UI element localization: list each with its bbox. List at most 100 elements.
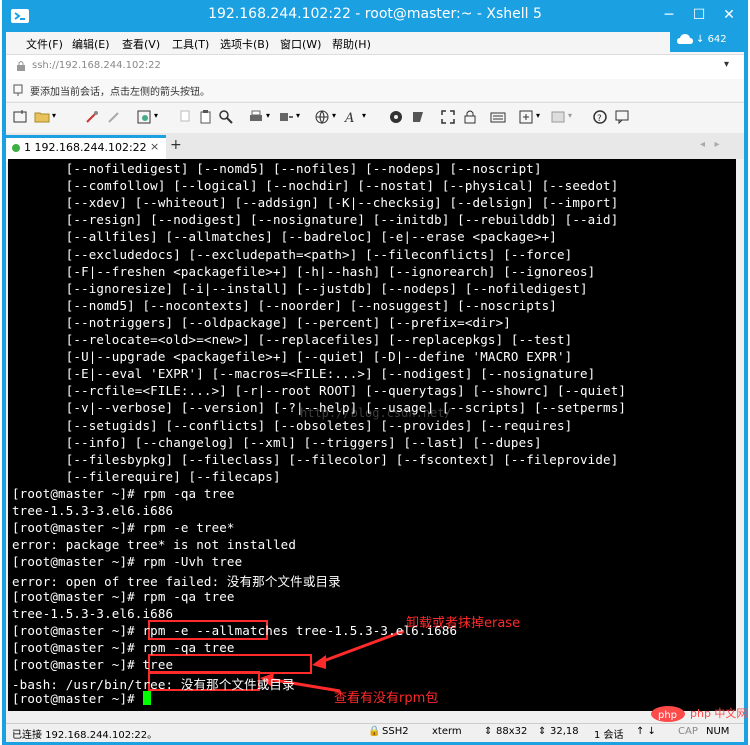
font-dropdown-icon[interactable]: ▾ bbox=[362, 111, 366, 120]
status-cursor-pos: 32,18 bbox=[550, 726, 579, 737]
terminal-line: [--nomd5] [--nocontexts] [--noorder] [--… bbox=[12, 297, 557, 313]
status-lock-icon: 🔒 bbox=[368, 726, 381, 737]
php-logo-text: php 中文网 bbox=[690, 707, 748, 720]
menu-view[interactable]: 查看(V) bbox=[122, 36, 160, 52]
find-icon[interactable] bbox=[218, 109, 234, 125]
lock-icon bbox=[17, 61, 25, 71]
menu-file[interactable]: 文件(F) bbox=[26, 36, 63, 52]
tab-session-1[interactable]: 1 192.168.244.102:22 × bbox=[6, 135, 166, 162]
menu-tabs[interactable]: 选项卡(B) bbox=[220, 36, 269, 52]
status-cursor-icon: ⇕ bbox=[538, 726, 547, 737]
address-dropdown-icon[interactable]: ▾ bbox=[724, 59, 729, 70]
transfer-icon[interactable] bbox=[278, 109, 294, 125]
terminal-line: error: package tree* is not installed bbox=[12, 537, 296, 553]
chat-icon[interactable] bbox=[614, 109, 630, 125]
compose-icon[interactable] bbox=[518, 109, 534, 125]
menu-bar: 文件(F) 编辑(E) 查看(V) 工具(T) 选项卡(B) 窗口(W) 帮助(… bbox=[6, 28, 746, 69]
tab-close-icon[interactable]: × bbox=[150, 140, 159, 153]
terminal-line: [root@master ~]# rpm -Uvh tree bbox=[12, 554, 243, 570]
properties-dropdown-icon[interactable]: ▾ bbox=[154, 111, 158, 120]
session-hint-bar: 要添加当前会话，点击左侧的箭头按钮。 bbox=[6, 79, 744, 101]
terminal-line: [--rcfile=<FILE:...>] [-r|--root ROOT] [… bbox=[12, 383, 627, 399]
status-connected: 已连接 192.168.244.102:22。 bbox=[12, 730, 158, 741]
globe-dropdown-icon[interactable]: ▾ bbox=[332, 111, 336, 120]
transfer-dropdown-icon[interactable]: ▾ bbox=[296, 111, 300, 120]
minimize-button[interactable]: ─ bbox=[658, 4, 680, 26]
terminal-cursor bbox=[142, 691, 151, 706]
address-bar[interactable]: ssh://192.168.244.102:22 ▾ bbox=[6, 54, 744, 80]
tab-bar: 1 192.168.244.102:22 × + ◂ ▸ bbox=[6, 133, 744, 162]
terminal-line: [--setugids] [--conflicts] [--obsoletes]… bbox=[12, 417, 573, 433]
keyboard-icon[interactable] bbox=[490, 109, 506, 125]
new-tab-button[interactable]: + bbox=[170, 137, 182, 153]
terminal-line: [root@master ~]# rpm -qa tree bbox=[12, 588, 235, 604]
layout-icon[interactable] bbox=[550, 109, 566, 125]
layout-dropdown-icon[interactable]: ▾ bbox=[568, 111, 572, 120]
session-hint-text: 要添加当前会话，点击左侧的箭头按钮。 bbox=[30, 87, 210, 98]
new-session-icon[interactable] bbox=[12, 109, 28, 125]
terminal-line: [--notriggers] [--oldpackage] [--percent… bbox=[12, 314, 511, 330]
menu-tools[interactable]: 工具(T) bbox=[172, 36, 209, 52]
terminal-line: [-F|--freshen <packagefile>+] [-h|--hash… bbox=[12, 263, 596, 279]
globe-icon[interactable] bbox=[314, 109, 330, 125]
status-size: 88x32 bbox=[496, 726, 528, 737]
terminal-line: [--excludedocs] [--excludepath=<path>] [… bbox=[12, 246, 573, 262]
status-protocol: SSH2 bbox=[382, 726, 409, 737]
copy-icon[interactable] bbox=[178, 109, 194, 125]
help-icon[interactable]: ? bbox=[592, 109, 608, 125]
font-icon[interactable]: A bbox=[344, 109, 360, 125]
cloud-icon bbox=[677, 34, 693, 44]
php-watermark-logo: php php 中文网 bbox=[650, 704, 748, 724]
address-text[interactable]: ssh://192.168.244.102:22 bbox=[32, 60, 161, 71]
terminal-line: [--nofiledigest] [--nomd5] [--nofiles] [… bbox=[12, 161, 542, 176]
terminal-line: [root@master ~]# rpm -e tree* bbox=[12, 520, 235, 536]
terminal-line: [--info] [--changelog] [--xml] [--trigge… bbox=[12, 434, 542, 450]
status-size-icon: ⇕ bbox=[484, 726, 493, 737]
menu-window[interactable]: 窗口(W) bbox=[280, 36, 321, 52]
title-bar[interactable]: 192.168.244.102:22 - root@master:~ - Xsh… bbox=[2, 0, 748, 32]
print-dropdown-icon[interactable]: ▾ bbox=[266, 111, 270, 120]
php-logo-icon: php bbox=[651, 706, 685, 722]
reconnect-icon[interactable] bbox=[84, 109, 100, 125]
terminal-line: [--allfiles] [--allmatches] [--badreloc]… bbox=[12, 229, 557, 245]
terminal-line: [root@master ~]# tree bbox=[12, 656, 174, 672]
menu-edit[interactable]: 编辑(E) bbox=[72, 36, 110, 52]
terminal-line: [root@master ~]# rpm -qa tree bbox=[12, 485, 235, 501]
menu-help[interactable]: 帮助(H) bbox=[332, 36, 371, 52]
terminal-line: [--filerequire] [--filecaps] bbox=[12, 468, 281, 484]
script-icon[interactable] bbox=[410, 109, 426, 125]
annotation-check-note: 查看有没有rpm包 bbox=[334, 691, 439, 706]
terminal-line: [root@master ~]# rpm -qa tree bbox=[12, 639, 235, 655]
terminal-line: [--ignoresize] [-i|--install] [--justdb]… bbox=[12, 280, 588, 296]
fullscreen-icon[interactable] bbox=[440, 109, 456, 125]
compose-dropdown-icon[interactable]: ▾ bbox=[536, 111, 540, 120]
pushpin-icon[interactable] bbox=[12, 83, 26, 97]
toolbar: ▾ ▾ ▾ ▾ ▾ A ▾ ▾ ▾ ? bbox=[6, 102, 744, 134]
open-dropdown-icon[interactable]: ▾ bbox=[52, 111, 56, 120]
tab-scroll-arrows[interactable]: ◂ ▸ bbox=[700, 139, 720, 150]
paste-icon[interactable] bbox=[198, 109, 214, 125]
close-button[interactable]: ✕ bbox=[718, 4, 740, 26]
terminal-line: [--filesbypkg] [--fileclass] [--filecolo… bbox=[12, 451, 619, 467]
xftp-icon[interactable] bbox=[388, 109, 404, 125]
properties-icon[interactable] bbox=[136, 109, 152, 125]
terminal-line: [--comfollow] [--logical] [--nochdir] [-… bbox=[12, 178, 619, 194]
terminal-line: [--xdev] [--whiteout] [--addsign] [-K|--… bbox=[12, 195, 619, 211]
maximize-button[interactable]: ☐ bbox=[688, 4, 710, 26]
lock-session-icon[interactable] bbox=[462, 109, 478, 125]
svg-text:php: php bbox=[658, 710, 677, 721]
terminal-output[interactable]: http://blog.csdn.net/ 卸载或者抹掉erase 查看有没有r… bbox=[8, 159, 736, 711]
open-folder-icon[interactable] bbox=[34, 109, 50, 125]
svg-text:A: A bbox=[344, 111, 354, 125]
status-caps: CAP bbox=[678, 726, 698, 737]
disconnect-icon[interactable] bbox=[106, 109, 122, 125]
terminal-line: [--relocate=<old>=<new>] [--replacefiles… bbox=[12, 332, 573, 347]
terminal-line: [-E|--eval 'EXPR'] [--macros=<FILE:...>]… bbox=[12, 366, 596, 382]
status-num: NUM bbox=[706, 726, 730, 737]
terminal-scrollbar[interactable] bbox=[736, 159, 744, 711]
terminal-line: [-U|--upgrade <packagefile>+] [--quiet] … bbox=[12, 349, 573, 365]
xshell-window: 192.168.244.102:22 - root@master:~ - Xsh… bbox=[2, 0, 748, 745]
status-sessions: 1 会话 bbox=[594, 730, 624, 741]
status-term: xterm bbox=[432, 726, 462, 737]
print-icon[interactable] bbox=[248, 109, 264, 125]
